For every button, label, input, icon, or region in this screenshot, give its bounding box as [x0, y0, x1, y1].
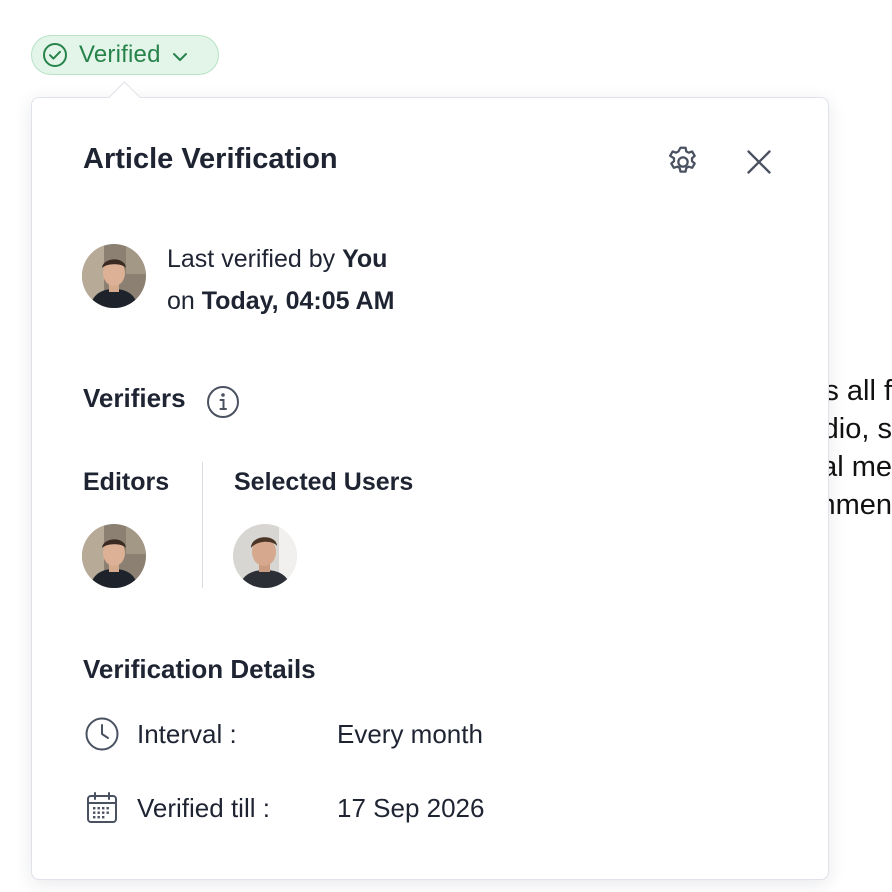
interval-value: Every month: [337, 718, 483, 749]
avatar-photo: [82, 524, 146, 588]
last-verified-user: You: [342, 245, 388, 273]
popover-title: Article Verification: [83, 143, 338, 175]
last-verified-info: Last verified by You on Today, 04:05 AM: [167, 238, 394, 322]
selected-users-label: Selected Users: [234, 468, 414, 496]
clock-icon: [85, 717, 119, 751]
info-icon[interactable]: [205, 384, 241, 420]
interval-label: Interval :: [137, 718, 237, 749]
calendar-icon: [87, 792, 117, 823]
editor-avatar[interactable]: [82, 524, 146, 588]
editors-label: Editors: [83, 468, 170, 496]
verifiers-divider: [202, 462, 203, 588]
chevron-down-icon: [172, 52, 187, 61]
close-icon: [747, 150, 771, 174]
close-button[interactable]: [739, 142, 779, 182]
last-verified-prefix: Last verified by: [167, 245, 336, 273]
verifiers-heading: Verifiers: [83, 383, 186, 413]
verified-status-label: Verified: [79, 41, 161, 68]
interval-row: Interval : Every month: [83, 715, 483, 753]
last-verified-on: on: [167, 287, 195, 315]
selected-user-avatar[interactable]: [233, 524, 297, 588]
verified-status-dropdown[interactable]: Verified: [31, 35, 219, 75]
last-verified-datetime: Today, 04:05 AM: [201, 287, 395, 315]
check-circle-icon: [43, 43, 67, 67]
gear-icon: [668, 146, 696, 173]
verification-details-heading: Verification Details: [83, 654, 316, 684]
verified-till-row: Verified till : 17 Sep 2026: [83, 789, 484, 827]
article-verification-popover: Article Verification Last verified by Yo…: [31, 97, 829, 880]
verified-till-label: Verified till :: [137, 792, 270, 823]
verified-till-value: 17 Sep 2026: [337, 792, 485, 823]
avatar-photo: [233, 524, 297, 588]
settings-button[interactable]: [663, 142, 703, 182]
last-verifier-avatar: [82, 244, 146, 308]
avatar-photo: [82, 244, 146, 308]
